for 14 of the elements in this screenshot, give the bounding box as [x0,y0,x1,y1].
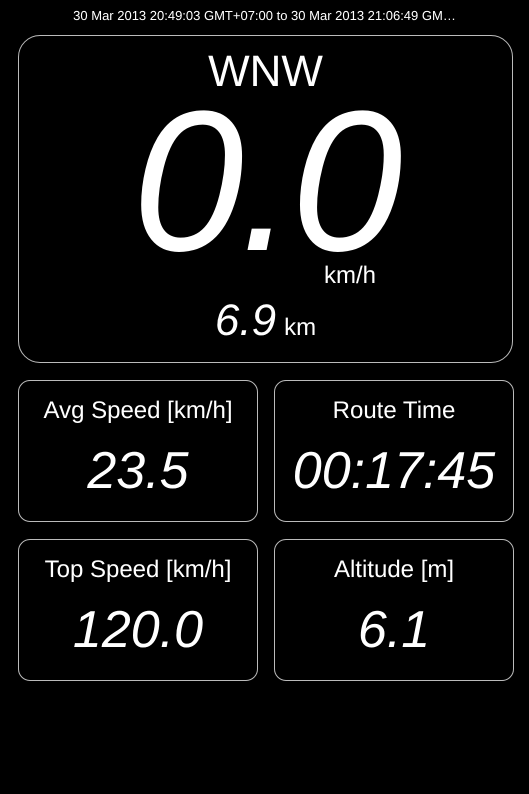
heading: WNW [208,50,323,94]
distance-reading: 6.9 [214,296,276,346]
speed-reading: 0.0 [132,102,399,262]
stat-label: Altitude [m] [334,556,454,584]
stat-value: 00:17:45 [292,441,496,501]
stat-label: Avg Speed [km/h] [44,397,232,425]
distance-unit: km [284,314,316,342]
stat-value: 120.0 [72,600,204,660]
stat-label: Route Time [332,397,456,425]
time-range: 30 Mar 2013 20:49:03 GMT+07:00 to 30 Mar 2013 21:06:49 GM… [72,8,457,23]
stat-value: 6.1 [358,600,430,660]
stat-value: 23.5 [87,441,189,501]
stat-label: Top Speed [km/h] [44,556,232,584]
speed-unit: km/h [324,262,376,289]
